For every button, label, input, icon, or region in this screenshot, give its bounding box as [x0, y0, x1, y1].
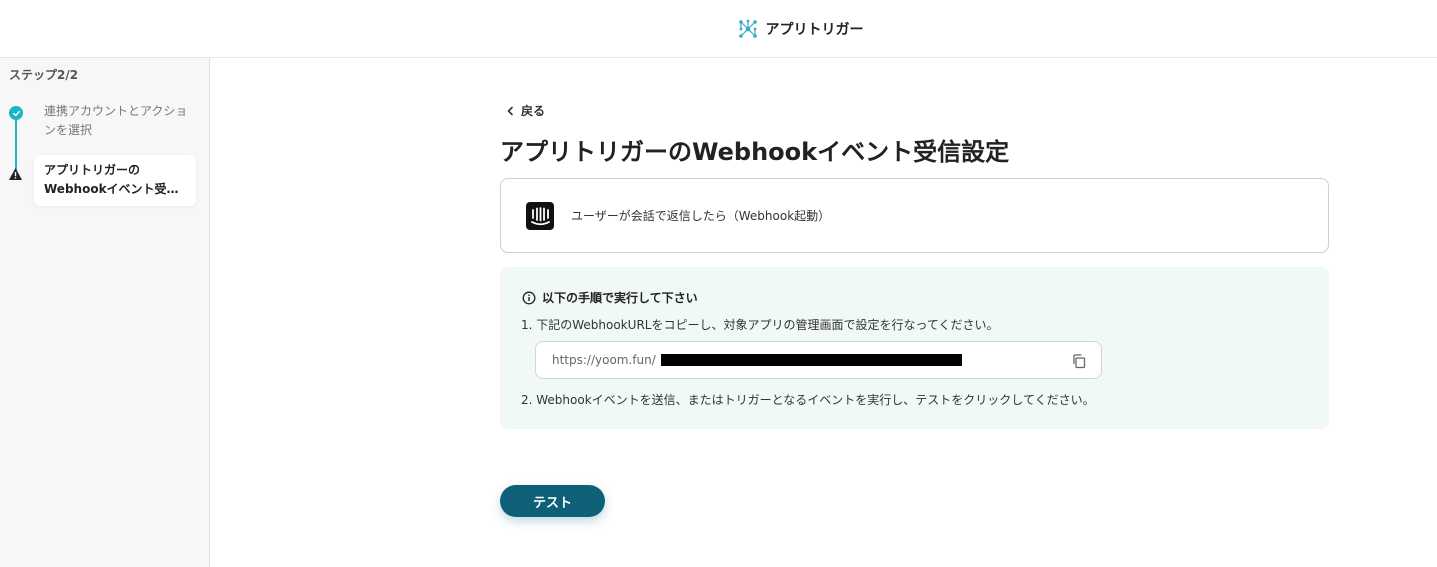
webhook-url-text: https://yoom.fun/ — [552, 353, 656, 367]
copy-icon[interactable] — [1071, 353, 1087, 369]
step-connector-line — [15, 120, 17, 172]
instructions-panel: 以下の手順で実行して下さい 1. 下記のWebhookURLをコピーし、対象アプ… — [500, 267, 1329, 429]
intercom-icon — [526, 201, 554, 230]
back-label: 戻る — [521, 104, 546, 118]
instructions-heading: 以下の手順で実行して下さい — [522, 289, 698, 306]
instructions-heading-text: 以下の手順で実行して下さい — [542, 291, 698, 305]
sidebar: ステップ2/2 連携アカウントとアクションを選択 アプリトリガーの Webhoo… — [0, 58, 210, 567]
trigger-event-label: ユーザーが会話で返信したら（Webhook起動） — [571, 209, 831, 223]
sidebar-step-label-line2: Webhookイベント受… — [44, 182, 179, 196]
instruction-step-2: 2. Webhookイベントを送信、またはトリガーとなるイベントを実行し、テスト… — [521, 393, 1095, 407]
check-circle-icon — [9, 106, 23, 120]
sidebar-step-webhook-settings[interactable]: アプリトリガーの Webhookイベント受… — [34, 155, 196, 206]
trigger-event-card[interactable]: ユーザーが会話で返信したら（Webhook起動） — [500, 178, 1329, 253]
step-count: ステップ2/2 — [9, 68, 79, 82]
webhook-url-field[interactable]: https://yoom.fun/ — [535, 341, 1102, 379]
test-button[interactable]: テスト — [500, 485, 605, 517]
top-bar: アプリトリガー — [0, 0, 1437, 58]
info-icon — [522, 291, 536, 304]
app-title: アプリトリガー — [765, 21, 864, 38]
network-nodes-icon — [738, 19, 757, 38]
page-title: アプリトリガーのWebhookイベント受信設定 — [500, 138, 1010, 166]
chevron-left-icon — [507, 106, 513, 115]
back-link[interactable]: 戻る — [506, 102, 545, 119]
sidebar-step-label-line1: アプリトリガーの — [44, 163, 141, 177]
warning-icon — [9, 168, 22, 180]
brand: アプリトリガー — [737, 18, 864, 40]
redacted-url-segment — [661, 354, 962, 366]
instruction-step-1: 1. 下記のWebhookURLをコピーし、対象アプリの管理画面で設定を行なって… — [521, 318, 999, 332]
sidebar-step-select-account[interactable]: 連携アカウントとアクションを選択 — [44, 102, 194, 140]
